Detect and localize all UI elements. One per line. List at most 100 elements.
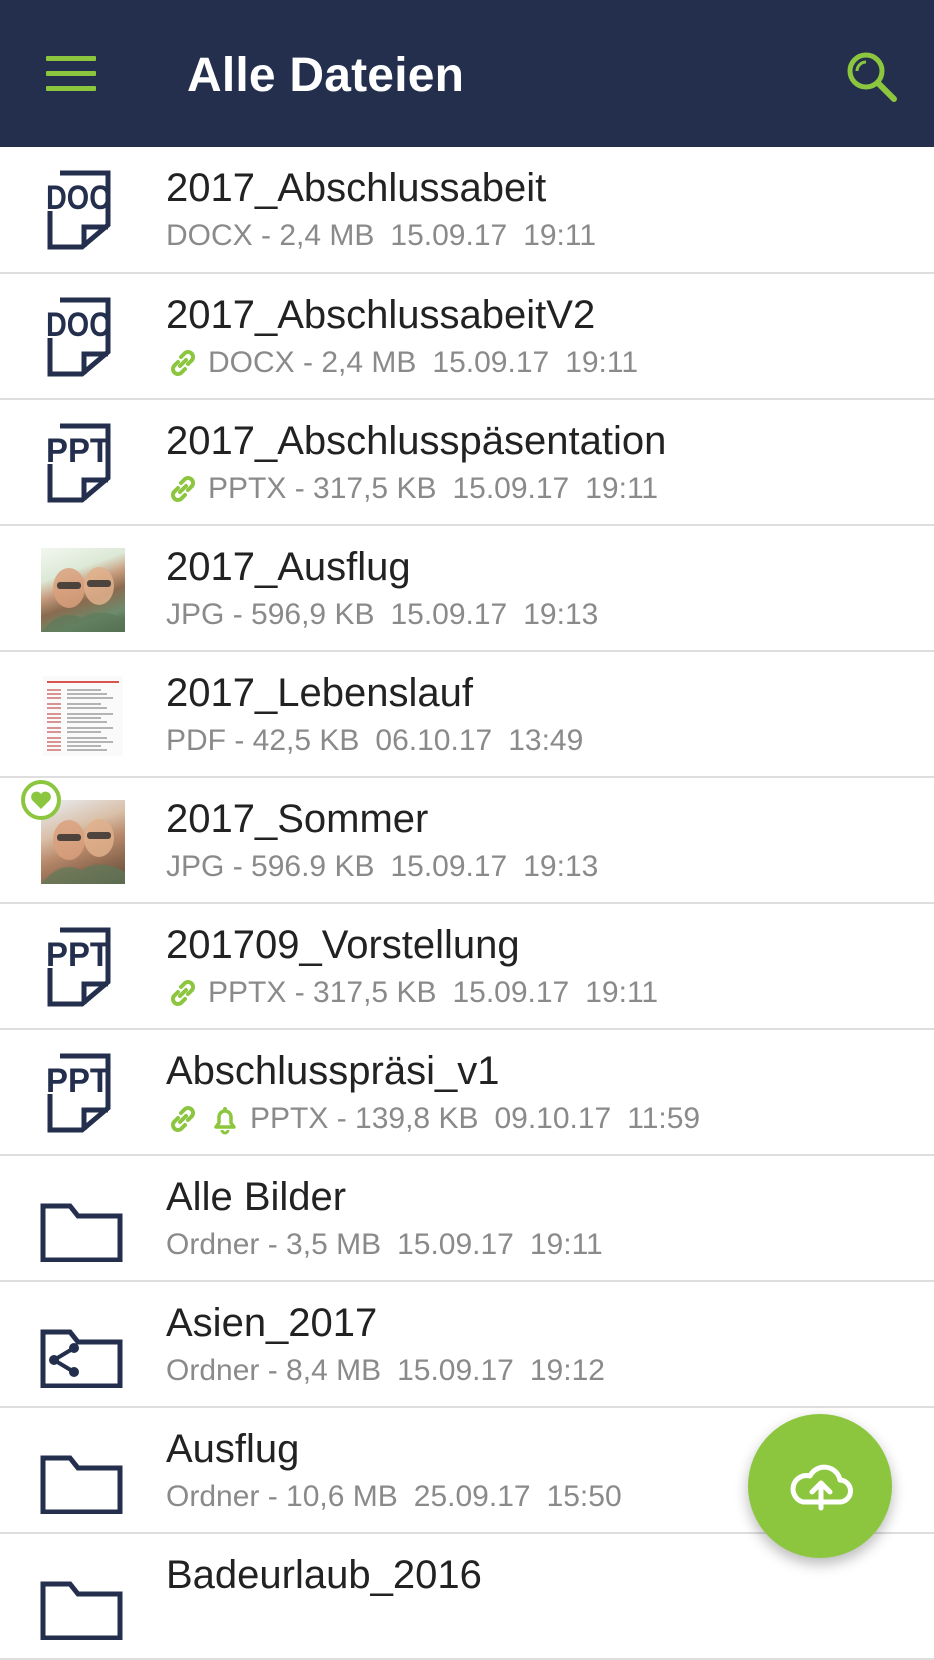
file-row[interactable]: PPT 201709_Vorstellung PPTX - 317,5 KB 15.0… (0, 904, 934, 1030)
file-date: 15.09.17 (432, 346, 550, 379)
file-meta: PPTX - 139,8 KB 09.10.17 11:59 (166, 1100, 700, 1138)
file-time: 13:49 (508, 724, 584, 757)
file-type-label: PPT (46, 1062, 110, 1100)
file-size: 2,4 MB (279, 219, 375, 252)
doc-file-icon: DOC (40, 294, 128, 380)
folder-icon (40, 1554, 128, 1641)
file-size: 139,8 KB (355, 1102, 479, 1135)
file-name: 201709_Vorstellung (166, 923, 520, 967)
search-icon[interactable] (842, 47, 902, 107)
file-date: 09.10.17 (494, 1102, 612, 1135)
file-row[interactable]: 2017_Lebenslauf PDF - 42,5 KB 06.10.17 13:4… (0, 652, 934, 778)
file-size: 317,5 KB (313, 976, 437, 1009)
file-row[interactable]: Alle Bilder Ordner - 3,5 MB 15.09.17 19:11 (0, 1156, 934, 1282)
file-type: PPTX (250, 1102, 329, 1135)
ppt-file-icon: PPT (40, 1050, 128, 1136)
file-meta: JPG - 596.9 KB 15.09.17 19:13 (166, 848, 598, 886)
file-time: 11:59 (627, 1102, 701, 1135)
file-date: 15.09.17 (390, 598, 508, 631)
file-name: Abschlusspräsi_v1 (166, 1049, 500, 1093)
shared-folder-icon (40, 1302, 128, 1389)
favorite-heart-icon (21, 780, 61, 820)
file-date: 15.09.17 (452, 472, 570, 505)
file-time: 15:50 (546, 1480, 622, 1513)
file-type: DOCX (166, 219, 253, 252)
file-meta: DOCX - 2,4 MB 15.09.17 19:11 (166, 344, 638, 382)
file-meta: JPG - 596,9 KB 15.09.17 19:13 (166, 596, 598, 634)
file-date: 15.09.17 (390, 850, 508, 883)
upload-button[interactable] (748, 1414, 892, 1558)
file-size: 42,5 KB (252, 724, 360, 757)
shared-link-icon (171, 980, 195, 1006)
file-size: 3,5 MB (286, 1228, 382, 1261)
ppt-file-icon: PPT (40, 924, 128, 1010)
file-meta: Ordner - 3,5 MB 15.09.17 19:11 (166, 1226, 603, 1264)
file-type: JPG (166, 850, 225, 883)
file-type: PPTX (208, 976, 287, 1009)
file-time: 19:11 (529, 1228, 603, 1261)
file-time: 19:13 (523, 850, 599, 883)
file-type-label: DOC (46, 179, 110, 217)
ppt-file-icon: PPT (40, 420, 128, 506)
file-name: 2017_Abschlussabeit (166, 166, 547, 210)
file-row[interactable]: PPT 2017_Abschlusspäsentation PPTX - 317,5… (0, 400, 934, 526)
file-name: Asien_2017 (166, 1301, 378, 1345)
file-time: 19:13 (523, 598, 599, 631)
hamburger-menu-icon[interactable] (46, 56, 98, 92)
file-time: 19:11 (523, 219, 597, 252)
shared-link-icon (171, 350, 195, 376)
pdf-thumbnail (41, 674, 125, 758)
photo-thumbnail (41, 548, 125, 632)
folder-icon (40, 1176, 128, 1263)
folder-icon (40, 1428, 128, 1515)
file-type-label: PPT (46, 432, 110, 470)
file-type-label: DOC (46, 306, 110, 344)
file-meta: Ordner - 10,6 MB 25.09.17 15:50 (166, 1478, 622, 1516)
file-name: Alle Bilder (166, 1175, 347, 1219)
file-time: 19:11 (585, 472, 659, 505)
file-date: 15.09.17 (397, 1354, 514, 1387)
doc-file-icon: DOC (40, 167, 128, 253)
file-meta: PPTX - 317,5 KB 15.09.17 19:11 (166, 470, 658, 508)
file-row[interactable]: Asien_2017 Ordner - 8,4 MB 15.09.17 19:12 (0, 1282, 934, 1408)
file-date: 25.09.17 (413, 1480, 531, 1513)
file-date: 15.09.17 (397, 1228, 514, 1261)
file-date: 06.10.17 (375, 724, 493, 757)
file-name: Ausflug (166, 1427, 300, 1471)
file-name: 2017_Sommer (166, 797, 429, 841)
shared-link-icon (171, 476, 195, 502)
file-size: 317,5 KB (313, 472, 437, 505)
cloud-upload-icon (790, 1464, 853, 1511)
file-name: 2017_Abschlusspäsentation (166, 419, 667, 463)
file-meta: Ordner - 8,4 MB 15.09.17 19:12 (166, 1352, 605, 1390)
file-size: 596,9 KB (251, 598, 375, 631)
file-row[interactable]: 2017_Sommer JPG - 596.9 KB 15.09.17 19:13 (0, 778, 934, 904)
file-row[interactable]: DOC 2017_AbschlussabeitV2 DOCX - 2,4 MB 15.… (0, 274, 934, 400)
file-name: 2017_AbschlussabeitV2 (166, 293, 596, 337)
file-meta: PPTX - 317,5 KB 15.09.17 19:11 (166, 974, 658, 1012)
file-type: Ordner (166, 1354, 260, 1387)
file-row[interactable]: 2017_Ausflug JPG - 596,9 KB 15.09.17 19:13 (0, 526, 934, 652)
file-size: 8,4 MB (286, 1354, 382, 1387)
file-type: Ordner (166, 1228, 260, 1261)
file-date: 15.09.17 (452, 976, 570, 1009)
file-type: PPTX (208, 472, 287, 505)
file-name: 2017_Lebenslauf (166, 671, 473, 715)
file-type: Ordner (166, 1480, 260, 1513)
file-time: 19:11 (565, 346, 639, 379)
file-name: 2017_Ausflug (166, 545, 411, 589)
file-type: DOCX (208, 346, 295, 379)
file-row[interactable]: PPT Abschlusspräsi_v1 PPTX - 139,8 KB 09.10… (0, 1030, 934, 1156)
notification-bell-icon (214, 1107, 236, 1135)
shared-link-icon (171, 1106, 195, 1132)
file-date: 15.09.17 (390, 219, 508, 252)
file-size: 596.9 KB (251, 850, 375, 883)
file-type: PDF (166, 724, 226, 757)
file-name: Badeurlaub_2016 (166, 1553, 482, 1597)
app-bar: Alle Dateien (0, 0, 934, 147)
file-meta: PDF - 42,5 KB 06.10.17 13:49 (166, 722, 583, 760)
file-time: 19:12 (529, 1354, 605, 1387)
file-row[interactable]: DOC 2017_Abschlussabeit DOCX - 2,4 MB 15.09… (0, 147, 934, 274)
file-type: JPG (166, 598, 225, 631)
file-time: 19:11 (585, 976, 659, 1009)
